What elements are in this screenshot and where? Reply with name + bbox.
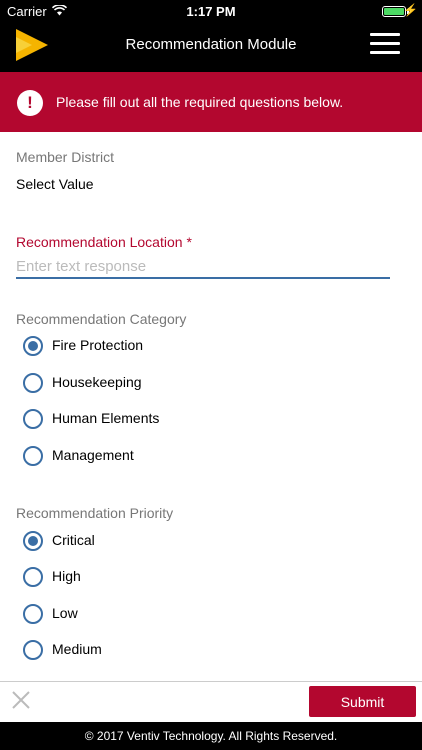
- error-message: Please fill out all the required questio…: [56, 94, 344, 110]
- radio-unchecked-icon: [23, 409, 43, 429]
- member-district-label: Member District: [16, 149, 115, 165]
- page-title: Recommendation Module: [125, 36, 297, 53]
- radio-label: Fire Protection: [52, 337, 144, 353]
- radio-label: Housekeeping: [52, 374, 142, 390]
- category-label: Recommendation Category: [16, 311, 187, 327]
- radio-label: High: [52, 568, 81, 584]
- error-banner: ! Please fill out all the required quest…: [0, 72, 422, 132]
- location-label-text: Recommendation Location: [16, 234, 183, 250]
- radio-label: Low: [52, 605, 78, 621]
- radio-unchecked-icon: [23, 567, 43, 587]
- close-icon[interactable]: [10, 689, 32, 711]
- submit-button[interactable]: Submit: [309, 686, 416, 717]
- radio-unchecked-icon: [23, 640, 43, 660]
- hamburger-menu-icon[interactable]: [370, 33, 400, 55]
- footer-copyright: © 2017 Ventiv Technology. All Rights Res…: [0, 722, 422, 750]
- radio-unchecked-icon: [23, 373, 43, 393]
- priority-label: Recommendation Priority: [16, 505, 174, 521]
- charging-icon: ⚡: [403, 3, 418, 17]
- radio-label: Medium: [52, 641, 102, 657]
- clock: 1:17 PM: [186, 4, 236, 19]
- radio-unchecked-icon: [23, 446, 43, 466]
- alert-icon: !: [17, 90, 43, 116]
- bottom-toolbar: Submit: [0, 681, 422, 722]
- radio-label: Critical: [52, 532, 95, 548]
- member-district-select[interactable]: Select Value: [16, 176, 94, 192]
- location-label: Recommendation Location *: [16, 234, 192, 250]
- radio-checked-icon: [23, 531, 43, 551]
- radio-checked-icon: [23, 336, 43, 356]
- nav-bar: Recommendation Module: [0, 22, 422, 72]
- status-bar: Carrier 1:17 PM ⚡: [0, 0, 422, 22]
- required-mark: *: [186, 234, 192, 250]
- radio-label: Human Elements: [52, 410, 160, 426]
- location-input[interactable]: [16, 255, 390, 279]
- radio-label: Management: [52, 447, 134, 463]
- radio-unchecked-icon: [23, 604, 43, 624]
